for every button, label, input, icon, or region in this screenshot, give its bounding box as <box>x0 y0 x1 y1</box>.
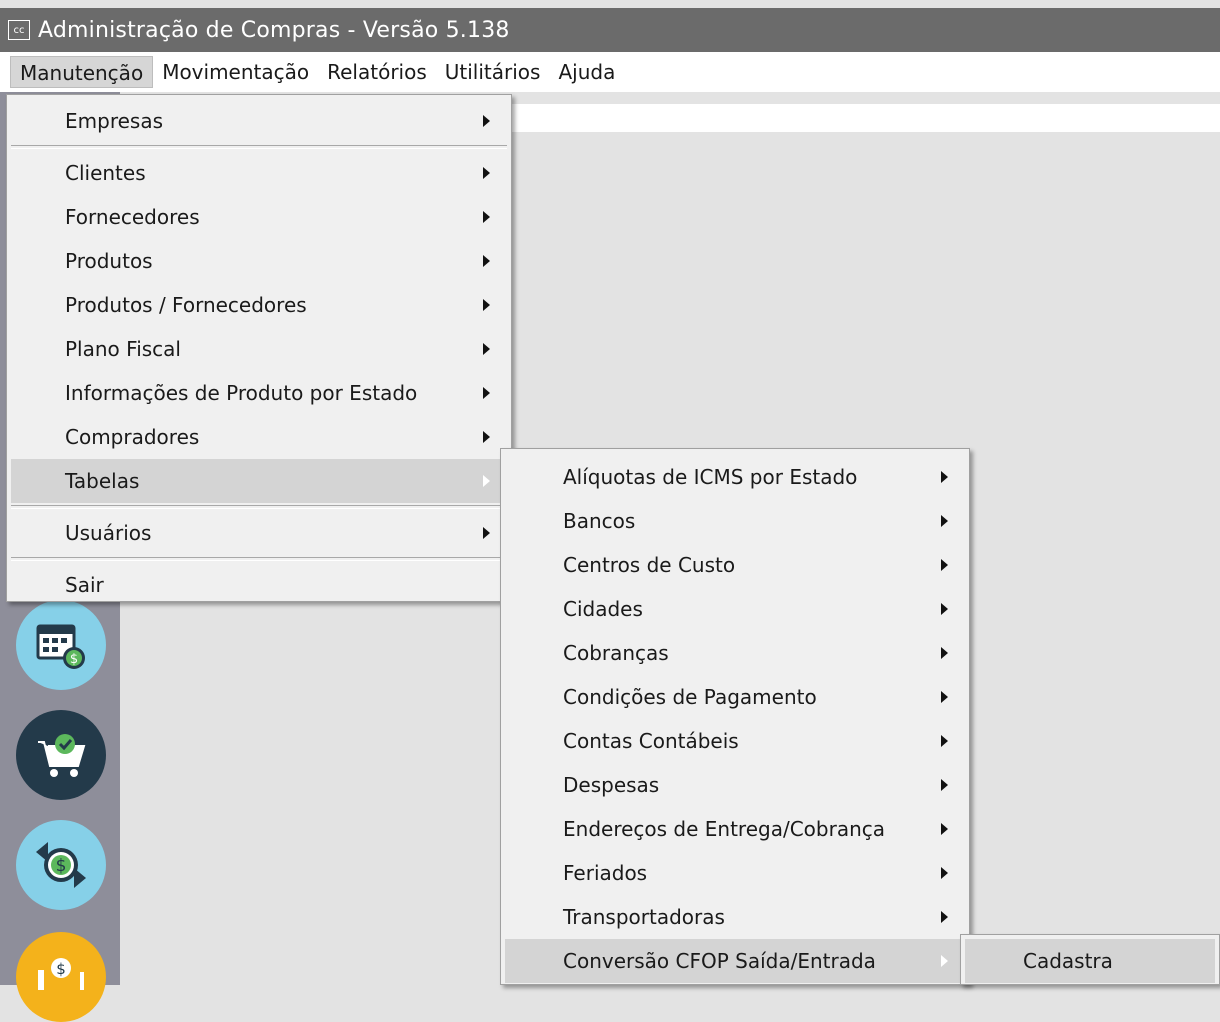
submenu-arrow-icon <box>483 211 490 223</box>
submenu-arrow-icon <box>483 475 490 487</box>
menu-item-fornecedores[interactable]: Fornecedores <box>7 195 511 239</box>
tabelas-submenu: Alíquotas de ICMS por Estado Bancos Cent… <box>500 448 970 985</box>
submenu-arrow-icon <box>941 559 948 571</box>
submenu-arrow-icon <box>941 779 948 791</box>
menu-item-cobrancas[interactable]: Cobranças <box>501 631 969 675</box>
menu-relatorios[interactable]: Relatórios <box>318 56 436 88</box>
calendar-money-icon[interactable]: $ <box>16 600 106 690</box>
menu-separator <box>11 145 507 149</box>
menu-item-plano-fiscal[interactable]: Plano Fiscal <box>7 327 511 371</box>
submenu-arrow-icon <box>941 735 948 747</box>
menu-movimentacao[interactable]: Movimentação <box>153 56 318 88</box>
menu-item-contas-contabeis[interactable]: Contas Contábeis <box>501 719 969 763</box>
submenu-arrow-icon <box>483 299 490 311</box>
menu-item-empresas[interactable]: Empresas <box>7 99 511 143</box>
title-bar: cc Administração de Compras - Versão 5.1… <box>0 8 1220 52</box>
menu-bar: Manutenção Movimentação Relatórios Utili… <box>0 52 1220 92</box>
app-icon: cc <box>8 20 30 40</box>
menu-item-clientes[interactable]: Clientes <box>7 151 511 195</box>
menu-item-condicoes-pagamento[interactable]: Condições de Pagamento <box>501 675 969 719</box>
menu-item-enderecos[interactable]: Endereços de Entrega/Cobrança <box>501 807 969 851</box>
window-title: Administração de Compras - Versão 5.138 <box>38 17 510 43</box>
menu-item-bancos[interactable]: Bancos <box>501 499 969 543</box>
menu-item-cadastra[interactable]: Cadastra <box>965 939 1215 983</box>
submenu-arrow-icon <box>941 911 948 923</box>
submenu-arrow-icon <box>941 955 948 967</box>
submenu-arrow-icon <box>941 867 948 879</box>
submenu-arrow-icon <box>941 647 948 659</box>
menu-ajuda[interactable]: Ajuda <box>549 56 624 88</box>
submenu-arrow-icon <box>483 343 490 355</box>
manutencao-dropdown: Empresas Clientes Fornecedores Produtos … <box>6 94 512 602</box>
submenu-arrow-icon <box>941 515 948 527</box>
submenu-arrow-icon <box>483 255 490 267</box>
menu-item-cidades[interactable]: Cidades <box>501 587 969 631</box>
money-exchange-icon[interactable]: $ <box>16 820 106 910</box>
menu-item-transportadoras[interactable]: Transportadoras <box>501 895 969 939</box>
svg-text:$: $ <box>56 960 66 978</box>
submenu-arrow-icon <box>483 387 490 399</box>
menu-item-centros-custo[interactable]: Centros de Custo <box>501 543 969 587</box>
menu-utilitarios[interactable]: Utilitários <box>436 56 550 88</box>
menu-item-conversao-cfop[interactable]: Conversão CFOP Saída/Entrada <box>505 939 965 983</box>
toolbar-strip <box>510 104 1220 132</box>
submenu-arrow-icon <box>941 471 948 483</box>
menu-manutencao[interactable]: Manutenção <box>10 56 154 88</box>
menu-separator <box>11 505 507 509</box>
menu-item-despesas[interactable]: Despesas <box>501 763 969 807</box>
svg-text:$: $ <box>70 652 78 667</box>
submenu-arrow-icon <box>483 431 490 443</box>
submenu-arrow-icon <box>483 527 490 539</box>
menu-item-produtos-fornecedores[interactable]: Produtos / Fornecedores <box>7 283 511 327</box>
cart-check-icon[interactable] <box>16 710 106 800</box>
menu-separator <box>11 557 507 561</box>
menu-item-produtos[interactable]: Produtos <box>7 239 511 283</box>
conversao-submenu: Cadastra <box>960 934 1220 985</box>
money-hand-icon[interactable]: $ <box>16 932 106 1022</box>
submenu-arrow-icon <box>941 823 948 835</box>
menu-item-aliquotas-icms[interactable]: Alíquotas de ICMS por Estado <box>501 455 969 499</box>
menu-item-info-produto-estado[interactable]: Informações de Produto por Estado <box>7 371 511 415</box>
menu-item-compradores[interactable]: Compradores <box>7 415 511 459</box>
menu-item-sair[interactable]: Sair <box>7 563 511 607</box>
menu-item-feriados[interactable]: Feriados <box>501 851 969 895</box>
submenu-arrow-icon <box>941 691 948 703</box>
svg-text:$: $ <box>56 856 67 876</box>
menu-item-tabelas[interactable]: Tabelas <box>11 459 507 503</box>
submenu-arrow-icon <box>483 115 490 127</box>
submenu-arrow-icon <box>941 603 948 615</box>
submenu-arrow-icon <box>483 167 490 179</box>
menu-item-usuarios[interactable]: Usuários <box>7 511 511 555</box>
